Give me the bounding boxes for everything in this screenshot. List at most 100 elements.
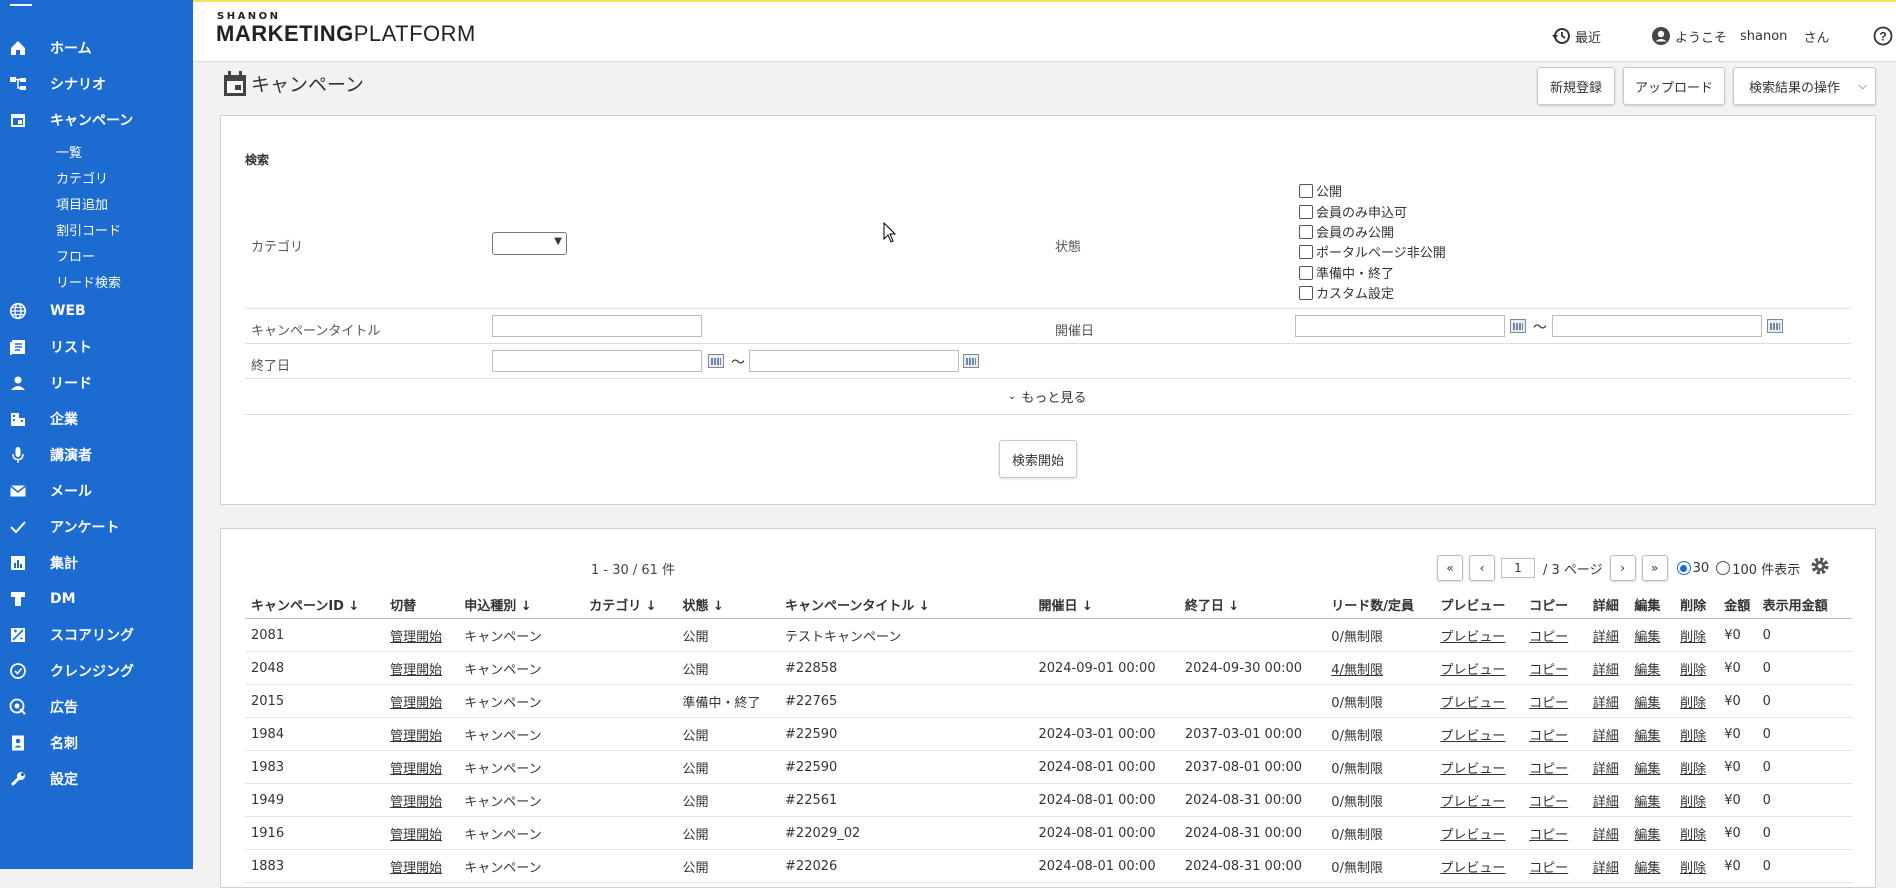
cell-link[interactable]: 詳細 <box>1593 663 1619 678</box>
column-header[interactable]: 終了日 ↓ <box>1178 590 1326 619</box>
table-cell[interactable]: 管理開始 <box>384 717 459 751</box>
cell-link[interactable]: コピー <box>1529 795 1568 810</box>
sidebar-subitem[interactable]: フロー <box>56 246 95 265</box>
table-cell[interactable]: 4/無制限 <box>1325 651 1435 685</box>
next-page-button[interactable]: › <box>1609 555 1636 581</box>
cell-link[interactable]: プレビュー <box>1440 630 1505 645</box>
cell-link[interactable]: 編集 <box>1634 762 1660 777</box>
table-cell[interactable]: プレビュー <box>1434 618 1524 652</box>
cell-link[interactable]: 編集 <box>1634 828 1660 843</box>
table-cell[interactable]: 削除 <box>1674 684 1719 718</box>
cell-link[interactable]: プレビュー <box>1440 696 1505 711</box>
table-cell[interactable]: 編集 <box>1628 651 1675 685</box>
table-cell[interactable]: 削除 <box>1674 618 1719 652</box>
user-menu[interactable]: ようこそ shanon さん <box>1651 26 1829 46</box>
column-header[interactable]: 状態 ↓ <box>676 590 780 619</box>
cell-link[interactable]: コピー <box>1529 663 1568 678</box>
campaign-title-input[interactable] <box>492 315 702 337</box>
cell-link[interactable]: 詳細 <box>1593 729 1619 744</box>
status-checkbox[interactable]: 公開 <box>1299 181 1342 200</box>
cell-link[interactable]: プレビュー <box>1440 663 1505 678</box>
table-cell[interactable]: 削除 <box>1674 717 1719 751</box>
table-cell[interactable]: 管理開始 <box>384 816 459 850</box>
sidebar-subitem[interactable]: リード検索 <box>56 272 121 291</box>
status-checkbox[interactable]: ポータルページ非公開 <box>1299 242 1446 261</box>
table-cell[interactable]: プレビュー <box>1434 849 1524 883</box>
column-header[interactable]: キャンペーンID ↓ <box>245 590 385 619</box>
cell-link[interactable]: 編集 <box>1634 630 1660 645</box>
table-cell[interactable]: 削除 <box>1674 750 1719 784</box>
sidebar-item-home[interactable]: ホーム <box>0 34 193 62</box>
cell-link[interactable]: 管理開始 <box>390 861 442 876</box>
end-date-from-input[interactable] <box>492 350 702 372</box>
cell-link[interactable]: 詳細 <box>1593 795 1619 810</box>
column-header[interactable]: 開催日 ↓ <box>1032 590 1179 619</box>
search-results-actions-select[interactable]: 検索結果の操作 ⌵ <box>1733 67 1876 105</box>
cell-link[interactable]: コピー <box>1529 630 1568 645</box>
category-select[interactable]: ▼ <box>492 232 567 255</box>
cell-link[interactable]: 編集 <box>1634 696 1660 711</box>
cell-link[interactable]: 編集 <box>1634 729 1660 744</box>
sidebar-subitem[interactable]: 割引コード <box>56 220 121 239</box>
table-cell[interactable]: 編集 <box>1628 849 1675 883</box>
logo[interactable]: MARKETINGPLATFORM <box>216 21 476 47</box>
cell-link[interactable]: 削除 <box>1680 828 1706 843</box>
cell-link[interactable]: 詳細 <box>1593 696 1619 711</box>
cell-link[interactable]: 削除 <box>1680 861 1706 876</box>
sidebar-item-chart[interactable]: 集計 <box>0 549 193 577</box>
sidebar-item-check[interactable]: アンケート <box>0 513 193 541</box>
sidebar-subitem[interactable]: 一覧 <box>56 142 82 161</box>
cell-link[interactable]: 管理開始 <box>390 828 442 843</box>
status-checkbox[interactable]: 会員のみ申込可 <box>1299 202 1407 221</box>
table-cell[interactable]: 編集 <box>1628 750 1675 784</box>
sidebar-item-wrench[interactable]: 設定 <box>0 765 193 793</box>
status-checkbox[interactable]: 準備中・終了 <box>1299 263 1394 282</box>
cell-link[interactable]: コピー <box>1529 696 1568 711</box>
table-cell[interactable]: 管理開始 <box>384 651 459 685</box>
table-cell[interactable]: 削除 <box>1674 651 1719 685</box>
table-cell[interactable]: 管理開始 <box>384 618 459 652</box>
cell-link[interactable]: 管理開始 <box>390 762 442 777</box>
table-cell[interactable]: 管理開始 <box>384 783 459 817</box>
sidebar-subitem[interactable]: 項目追加 <box>56 194 108 213</box>
end-date-to-input[interactable] <box>749 350 959 372</box>
cell-link[interactable]: 管理開始 <box>390 795 442 810</box>
search-start-button[interactable]: 検索開始 <box>999 440 1077 478</box>
sidebar-subitem[interactable]: カテゴリ <box>56 168 108 187</box>
table-cell[interactable]: 削除 <box>1674 816 1719 850</box>
table-cell[interactable]: 管理開始 <box>384 750 459 784</box>
table-cell[interactable]: プレビュー <box>1434 651 1524 685</box>
table-cell[interactable]: 編集 <box>1628 684 1675 718</box>
sidebar-item-ad[interactable]: 広告 <box>0 693 193 721</box>
table-cell[interactable]: 詳細 <box>1586 717 1629 751</box>
per-page-30-radio[interactable]: 30 <box>1676 561 1709 576</box>
start-date-to-input[interactable] <box>1552 315 1762 337</box>
help-icon[interactable]: ? <box>1873 26 1893 50</box>
table-cell[interactable]: コピー <box>1523 651 1587 685</box>
table-cell[interactable]: 詳細 <box>1586 618 1629 652</box>
last-page-button[interactable]: » <box>1641 555 1668 581</box>
table-cell[interactable]: コピー <box>1523 717 1587 751</box>
sidebar-item-building[interactable]: 企業 <box>0 405 193 433</box>
start-date-from-input[interactable] <box>1295 315 1505 337</box>
cell-link[interactable]: プレビュー <box>1440 762 1505 777</box>
table-cell[interactable]: コピー <box>1523 816 1587 850</box>
table-cell[interactable]: 削除 <box>1674 849 1719 883</box>
cell-link[interactable]: 詳細 <box>1593 630 1619 645</box>
table-cell[interactable]: 詳細 <box>1586 783 1629 817</box>
prev-page-button[interactable]: ‹ <box>1469 555 1495 581</box>
sidebar-item-card[interactable]: 名刺 <box>0 729 193 757</box>
cell-link[interactable]: 4/無制限 <box>1331 663 1383 678</box>
cell-link[interactable]: コピー <box>1529 861 1568 876</box>
sidebar-item-globe[interactable]: WEB <box>0 297 193 325</box>
page-number-input[interactable]: 1 <box>1501 558 1535 578</box>
table-cell[interactable]: プレビュー <box>1434 816 1524 850</box>
table-cell[interactable]: 編集 <box>1628 816 1675 850</box>
cell-link[interactable]: 管理開始 <box>390 696 442 711</box>
cell-link[interactable]: 削除 <box>1680 696 1706 711</box>
calendar-picker-icon[interactable] <box>708 354 724 368</box>
table-cell[interactable]: コピー <box>1523 618 1587 652</box>
hamburger-menu-icon[interactable] <box>10 0 32 12</box>
cell-link[interactable]: 管理開始 <box>390 729 442 744</box>
cell-link[interactable]: プレビュー <box>1440 795 1505 810</box>
